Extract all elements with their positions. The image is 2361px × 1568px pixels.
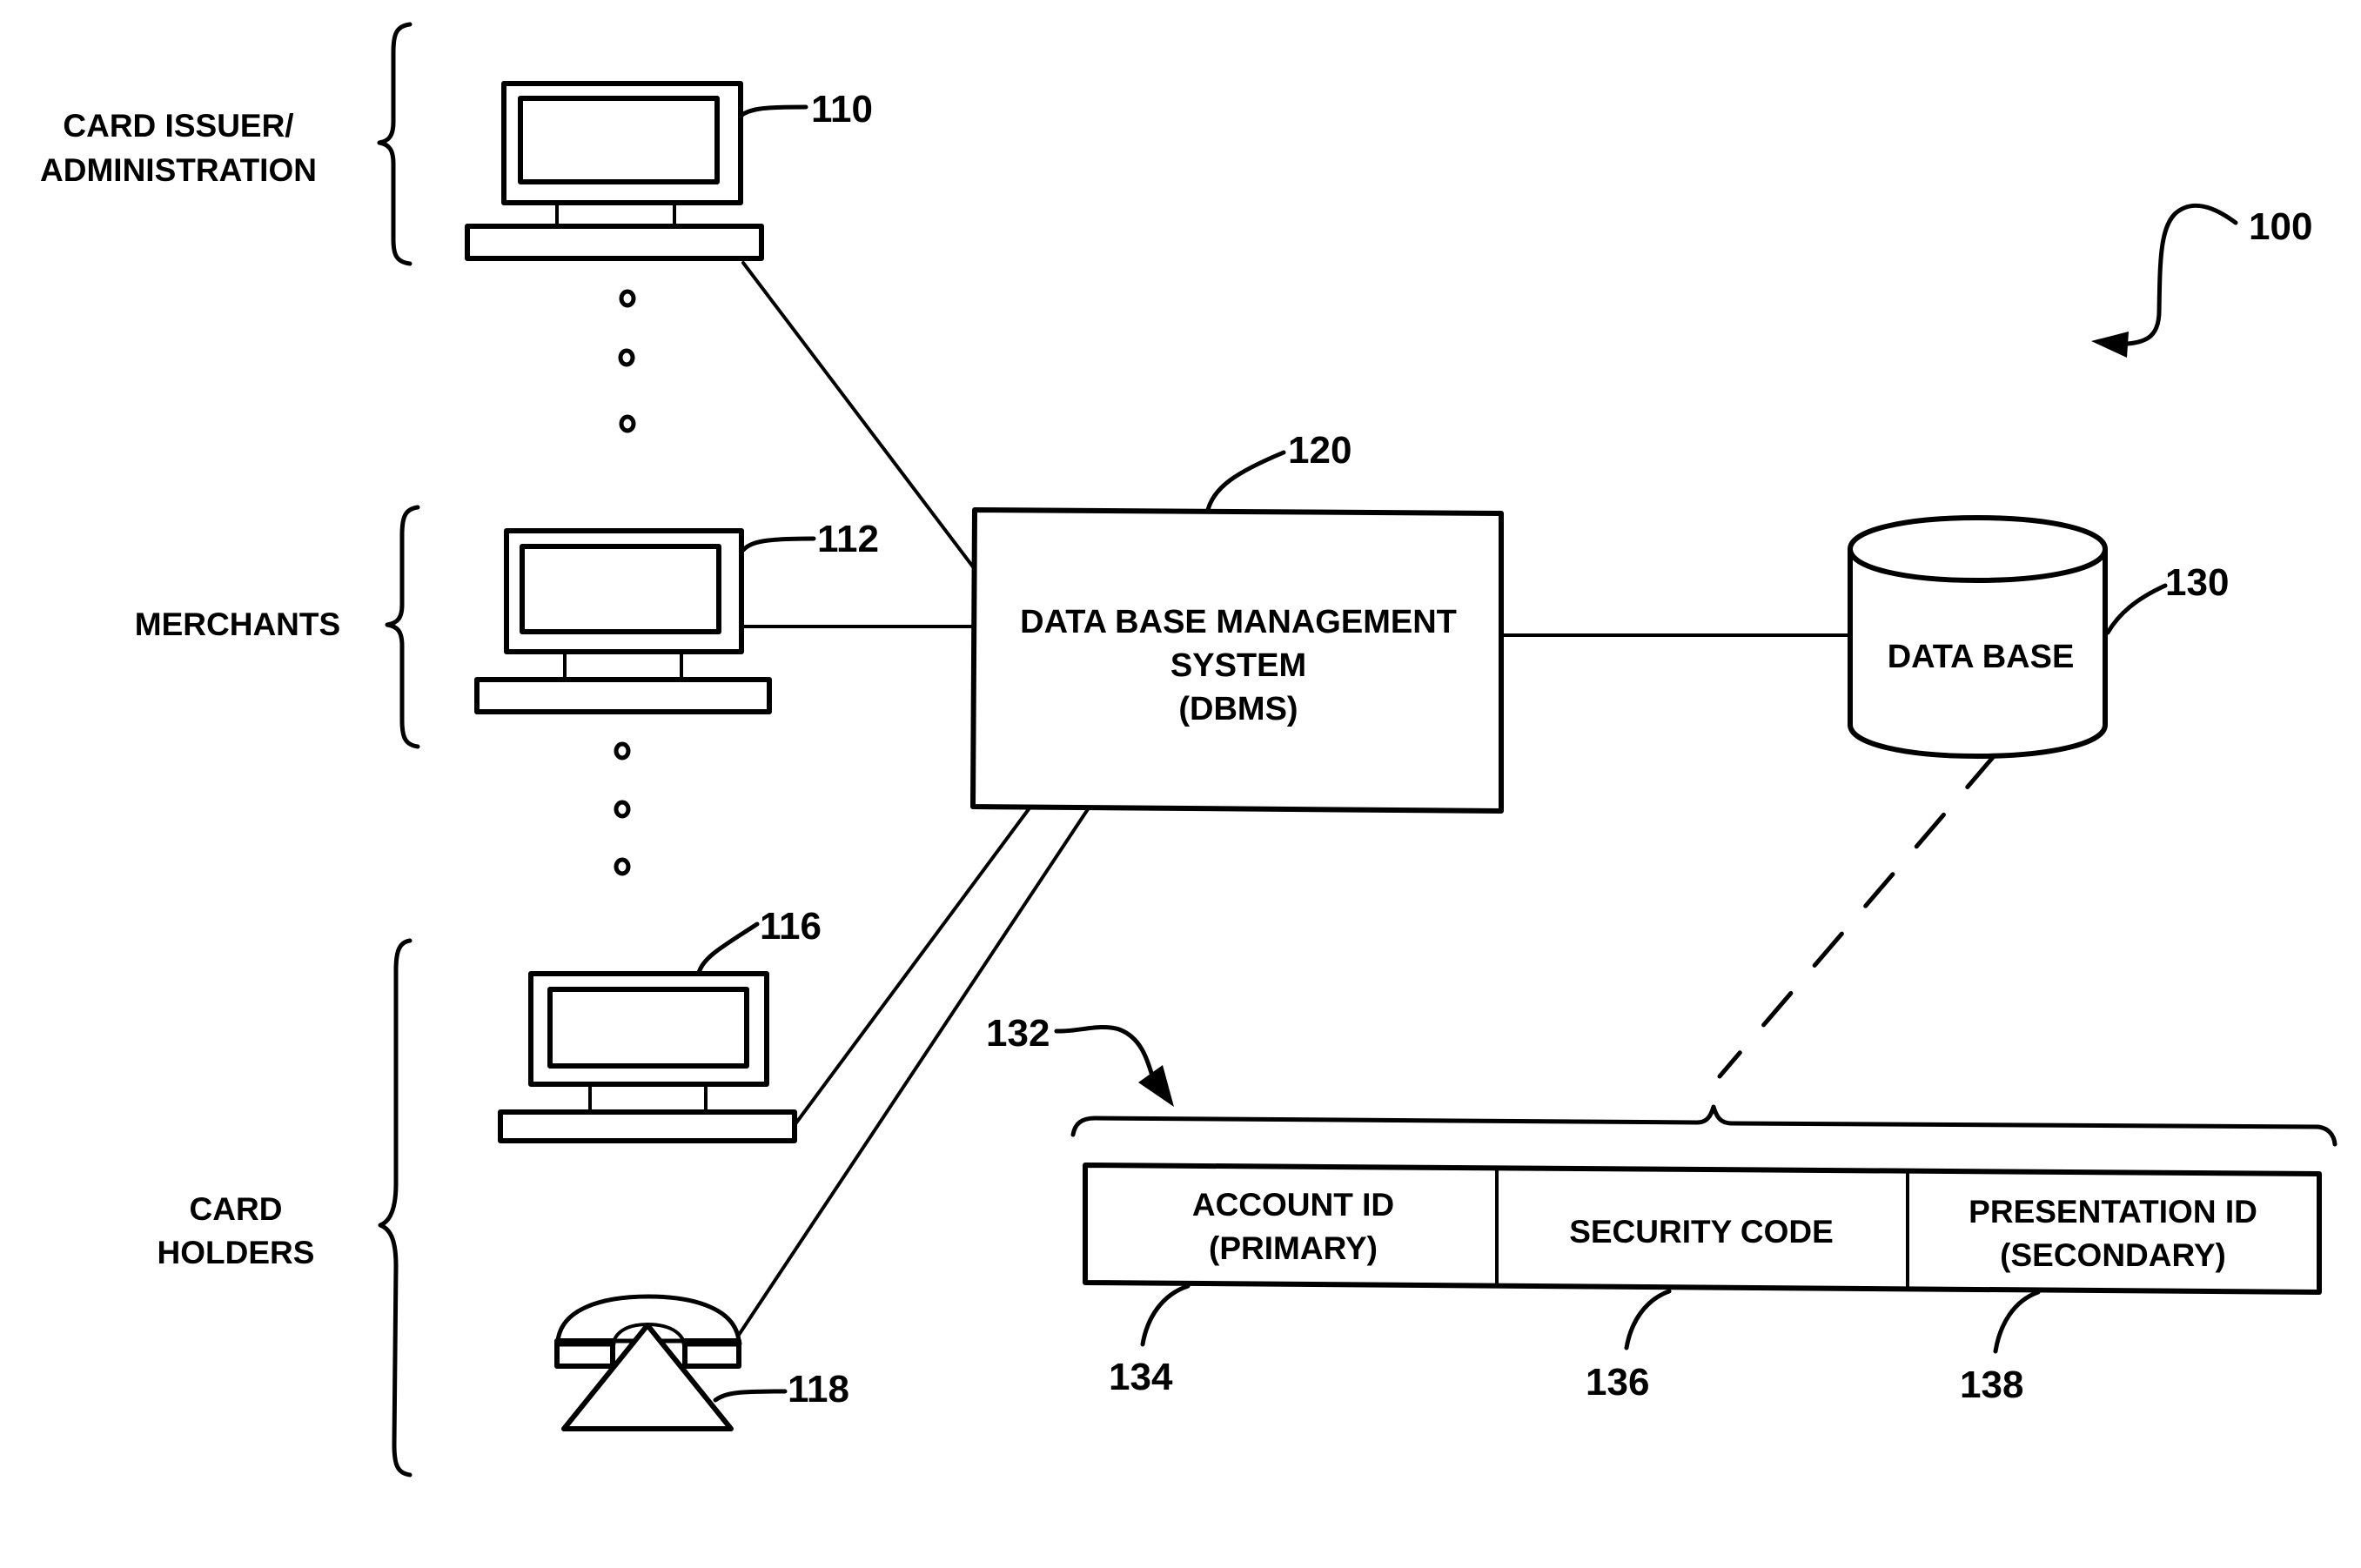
ellipsis-dot (614, 741, 631, 761)
dbms-label-line: DATA BASE MANAGEMENT (1020, 604, 1457, 640)
ellipsis-dots (614, 741, 631, 876)
ellipsis-dot (618, 348, 635, 367)
terminal-110: 110 (465, 81, 873, 261)
group-card-holders: CARD HOLDERS (158, 938, 413, 1478)
brace-icon (377, 22, 413, 266)
field-label: SECURITY CODE (1569, 1214, 1834, 1250)
field-security-code: SECURITY CODE 136 (1569, 1214, 1834, 1404)
arrowhead-icon (2091, 332, 2129, 358)
dbms-label-line: SYSTEM (1170, 647, 1306, 684)
ellipsis-dots (618, 289, 636, 433)
dbms-120: DATA BASE MANAGEMENT SYSTEM (DBMS) 120 (970, 429, 1504, 814)
screen (518, 96, 720, 184)
reference-leader (1993, 1290, 2041, 1354)
brace-icon (385, 505, 420, 749)
field-label: PRESENTATION ID (1969, 1194, 2257, 1230)
reference-number: 138 (1960, 1364, 2023, 1406)
reference-leader (696, 921, 760, 975)
reference-number: 132 (986, 1012, 1050, 1055)
reference-leader (2105, 583, 2168, 635)
telephone-118: 118 (554, 1294, 849, 1431)
keyboard-icon (498, 1109, 797, 1143)
brace-icon (378, 938, 413, 1478)
reference-number: 134 (1109, 1356, 1173, 1398)
group-label: ADMINISTRATION (40, 152, 317, 188)
field-label: ACCOUNT ID (1192, 1187, 1394, 1223)
ellipsis-dot (619, 289, 636, 308)
system-diagram: 100 CARD ISSUER/ ADMINISTRATION MERCHANT… (40, 22, 2338, 1478)
ellipsis-dot (614, 800, 631, 819)
ellipsis-dot (619, 414, 636, 433)
group-label: MERCHANTS (135, 606, 340, 642)
group-label: CARD (190, 1191, 283, 1227)
database-130: DATA BASE 130 (1848, 515, 2229, 759)
group-label: CARD ISSUER/ (63, 108, 293, 144)
terminal-116: 116 (498, 905, 822, 1143)
reference-number: 112 (817, 518, 879, 560)
field-label: (PRIMARY) (1209, 1230, 1378, 1266)
reference-leader (1140, 1283, 1191, 1347)
keyboard-icon (474, 677, 772, 714)
reference-leader (1054, 1025, 1156, 1082)
reference-number: 136 (1586, 1361, 1649, 1404)
group-label: HOLDERS (158, 1235, 315, 1270)
ellipsis-dot (614, 857, 631, 876)
screen (520, 544, 721, 634)
reference-leader (1205, 450, 1286, 513)
dbms-label-line: (DBMS) (1178, 691, 1298, 727)
figure-reference-number: 100 (2249, 205, 2312, 248)
database-label: DATA BASE (1888, 639, 2075, 675)
reference-leader (741, 536, 816, 553)
record-brace-icon (1070, 1104, 2338, 1147)
figure-reference-leader (2125, 203, 2238, 346)
reference-leader (713, 1389, 788, 1403)
terminal-112: 112 (474, 518, 879, 714)
group-merchants: MERCHANTS (135, 505, 420, 749)
reference-number: 118 (788, 1368, 849, 1411)
reference-number: 116 (760, 905, 822, 948)
reference-number: 110 (811, 88, 873, 131)
arrowhead-icon (1138, 1065, 1174, 1107)
record-132: 132 ACCOUNT ID (PRIMARY) 134 SECURITY CO… (986, 1012, 2338, 1406)
screen (547, 987, 749, 1069)
reference-leader (1624, 1289, 1672, 1350)
figure-reference-100: 100 (2091, 203, 2312, 358)
field-label: (SECONDARY) (2000, 1237, 2226, 1273)
field-presentation-id: PRESENTATION ID (SECONDARY) 138 (1960, 1194, 2257, 1406)
keyboard-icon (465, 224, 764, 261)
reference-number: 120 (1288, 429, 1352, 472)
connection-118-dbms (737, 807, 1090, 1337)
group-card-issuer: CARD ISSUER/ ADMINISTRATION (40, 22, 413, 266)
database-cylinder-icon (1848, 515, 2108, 759)
reference-leader (738, 104, 808, 118)
reference-number: 130 (2165, 561, 2229, 604)
connection-database-record (1717, 753, 1997, 1079)
